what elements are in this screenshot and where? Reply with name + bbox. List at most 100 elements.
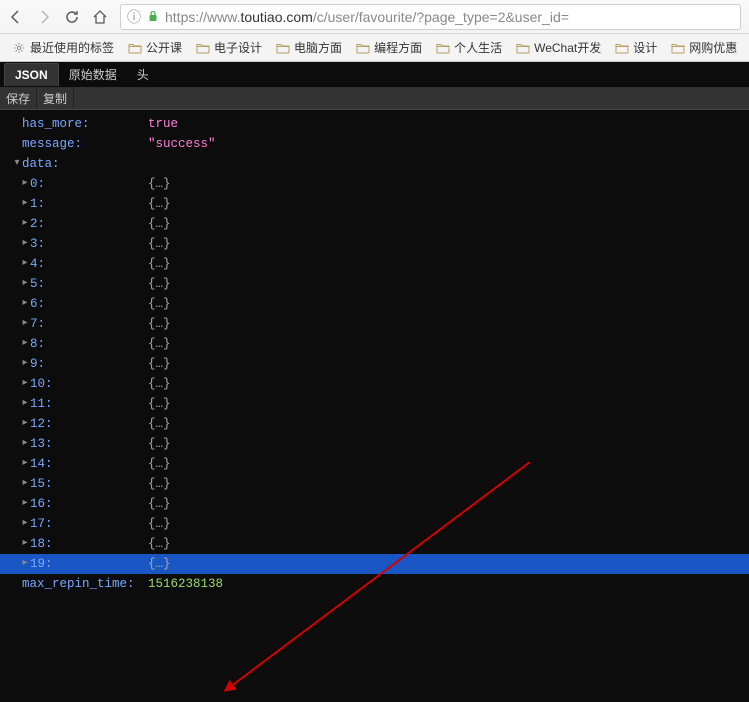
expand-right-icon[interactable] [20, 334, 30, 354]
folder-icon [436, 42, 450, 54]
expand-right-icon[interactable] [20, 274, 30, 294]
reload-button[interactable] [64, 9, 80, 25]
bookmark-item[interactable]: 电子设计 [190, 37, 268, 58]
bookmark-item[interactable]: 电脑方面 [270, 37, 348, 58]
expand-right-icon[interactable] [20, 454, 30, 474]
expand-right-icon[interactable] [20, 294, 30, 314]
bookmark-item[interactable]: 最近使用的标签 [6, 37, 120, 58]
expand-down-icon[interactable] [12, 154, 22, 174]
home-button[interactable] [92, 9, 108, 25]
expand-right-icon[interactable] [20, 254, 30, 274]
expand-right-icon[interactable] [20, 534, 30, 554]
json-key: data: [22, 157, 60, 171]
json-row-item[interactable]: 3:{…} [0, 234, 749, 254]
bookmark-label: 电脑方面 [294, 39, 342, 56]
expand-right-icon[interactable] [20, 354, 30, 374]
expand-right-icon[interactable] [20, 394, 30, 414]
json-row-item[interactable]: 7:{…} [0, 314, 749, 334]
expand-right-icon[interactable] [20, 374, 30, 394]
json-row-item[interactable]: 5: {…} [0, 274, 749, 294]
json-key: 9: [30, 357, 45, 371]
json-row-data[interactable]: data: [0, 154, 749, 174]
bookmark-item[interactable]: 设计 [609, 37, 663, 58]
json-value[interactable]: {…} [148, 494, 171, 514]
json-value[interactable]: {…} [148, 354, 171, 374]
json-value[interactable]: {…} [148, 514, 171, 534]
json-row-message: message:"success" [0, 134, 749, 154]
json-row-item[interactable]: 10:{…} [0, 374, 749, 394]
bookmark-item[interactable]: WeChat开发 [510, 37, 607, 58]
json-value[interactable]: {…} [148, 234, 171, 254]
expand-right-icon[interactable] [20, 514, 30, 534]
json-value[interactable]: {…} [148, 394, 171, 414]
folder-icon [356, 42, 370, 54]
expand-right-icon[interactable] [20, 194, 30, 214]
expand-right-icon[interactable] [20, 494, 30, 514]
json-value[interactable]: {…} [148, 274, 171, 294]
json-row-item[interactable]: 6:{…} [0, 294, 749, 314]
json-row-item[interactable]: 8:{…} [0, 334, 749, 354]
folder-icon [128, 42, 142, 54]
json-row-item[interactable]: 11:{…} [0, 394, 749, 414]
expand-right-icon[interactable] [20, 174, 30, 194]
json-row-maxrepintime: max_repin_time:1516238138 [0, 574, 749, 594]
json-key: 5: [30, 277, 45, 291]
json-value[interactable]: {…} [148, 314, 171, 334]
expand-right-icon[interactable] [20, 234, 30, 254]
bookmark-item[interactable]: 公开课 [122, 37, 188, 58]
json-key: 16: [30, 497, 53, 511]
json-value[interactable]: {…} [148, 254, 171, 274]
json-key: 13: [30, 437, 53, 451]
json-value[interactable]: {…} [148, 434, 171, 454]
json-tab[interactable]: 头 [127, 62, 159, 87]
json-key: message: [22, 137, 82, 151]
json-row-item[interactable]: 19:{…} [0, 554, 749, 574]
url-bar[interactable]: ⓘ https://www.toutiao.com/c/user/favouri… [120, 4, 741, 30]
json-value[interactable]: {…} [148, 414, 171, 434]
json-key: 17: [30, 517, 53, 531]
json-row-item[interactable]: 15:{…} [0, 474, 749, 494]
json-tab[interactable]: JSON [4, 63, 59, 86]
expand-right-icon[interactable] [20, 554, 30, 574]
json-row-item[interactable]: 1:{…} [0, 194, 749, 214]
json-value[interactable]: {…} [148, 214, 171, 234]
json-value[interactable]: {…} [148, 534, 171, 554]
json-row-item[interactable]: 4:{…} [0, 254, 749, 274]
json-value[interactable]: {…} [148, 334, 171, 354]
json-value[interactable]: {…} [148, 454, 171, 474]
expand-right-icon[interactable] [20, 214, 30, 234]
json-control-button[interactable]: 复制 [37, 88, 74, 109]
json-value[interactable]: {…} [148, 294, 171, 314]
bookmark-item[interactable]: 个人生活 [430, 37, 508, 58]
bookmark-item[interactable]: 网购优惠 [665, 37, 743, 58]
json-row-item[interactable]: 12: {…} [0, 414, 749, 434]
expand-right-icon[interactable] [20, 434, 30, 454]
json-viewer-controls: 保存复制 [0, 88, 749, 110]
json-key: 12: [30, 417, 53, 431]
folder-icon [276, 42, 290, 54]
json-value[interactable]: {…} [148, 174, 171, 194]
json-row-item[interactable]: 13: {…} [0, 434, 749, 454]
expand-right-icon[interactable] [20, 474, 30, 494]
expand-right-icon[interactable] [20, 414, 30, 434]
json-row-item[interactable]: 17: {…} [0, 514, 749, 534]
bookmark-item[interactable]: 编程方面 [350, 37, 428, 58]
json-value[interactable]: {…} [148, 374, 171, 394]
json-row-item[interactable]: 0:{…} [0, 174, 749, 194]
folder-icon [196, 42, 210, 54]
json-row-item[interactable]: 16: {…} [0, 494, 749, 514]
json-tab[interactable]: 原始数据 [59, 62, 127, 87]
expand-right-icon[interactable] [20, 314, 30, 334]
forward-button[interactable] [36, 9, 52, 25]
json-row-item[interactable]: 18: {…} [0, 534, 749, 554]
back-button[interactable] [8, 9, 24, 25]
json-value[interactable]: {…} [148, 474, 171, 494]
json-control-button[interactable]: 保存 [0, 88, 37, 109]
bookmark-label: 公开课 [146, 39, 182, 56]
json-value[interactable]: {…} [148, 554, 171, 574]
json-row-item[interactable]: 9: {…} [0, 354, 749, 374]
json-row-item[interactable]: 14:{…} [0, 454, 749, 474]
json-value[interactable]: {…} [148, 194, 171, 214]
json-key: 18: [30, 537, 53, 551]
json-row-item[interactable]: 2:{…} [0, 214, 749, 234]
